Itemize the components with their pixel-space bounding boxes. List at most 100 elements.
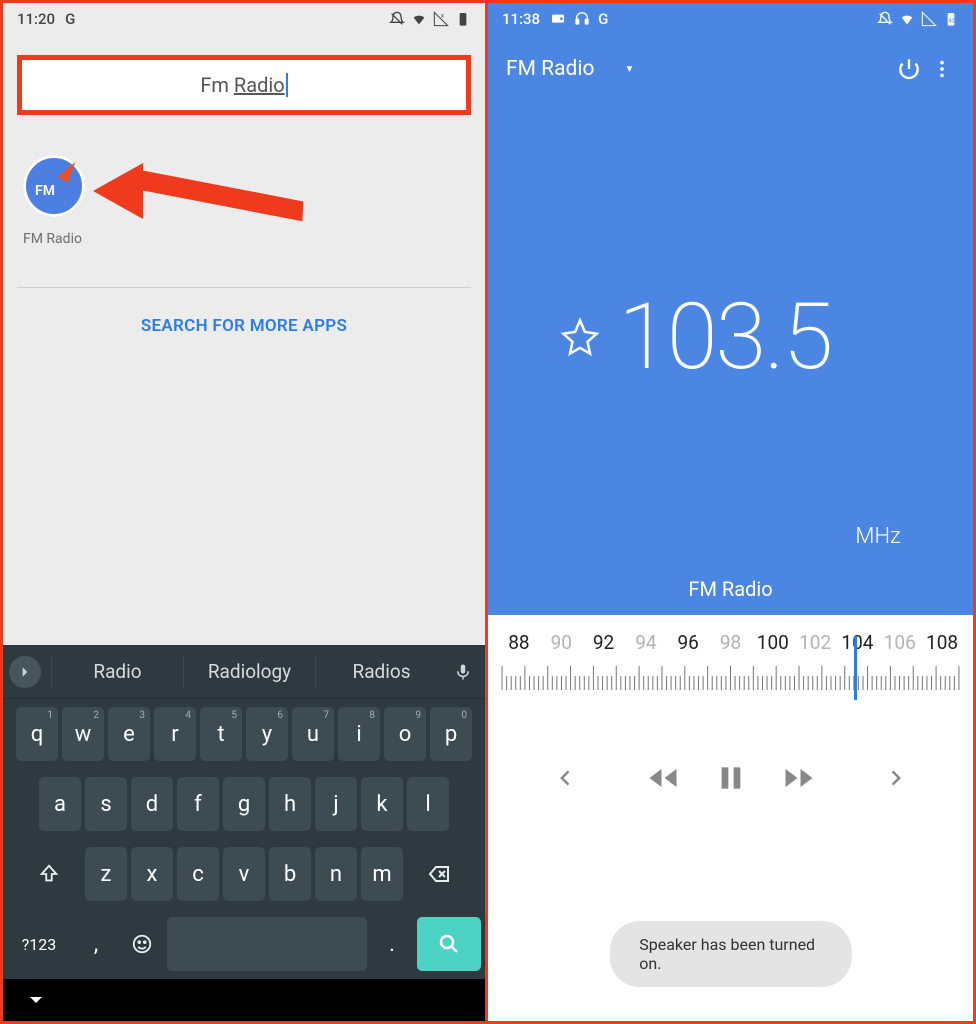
key-r[interactable]: r4 — [154, 707, 196, 761]
power-button[interactable] — [889, 49, 929, 89]
station-name: FM Radio — [488, 577, 973, 615]
key-c[interactable]: c — [177, 847, 219, 901]
status-app-icons: G — [65, 10, 389, 28]
dial-label-88: 88 — [498, 631, 540, 654]
app-title[interactable]: FM Radio — [506, 57, 594, 81]
seek-back-button[interactable] — [643, 758, 683, 798]
favorite-star-icon[interactable] — [560, 317, 600, 357]
status-bar-left: 11:20 G x — [3, 3, 485, 35]
backspace-icon — [427, 862, 451, 886]
wifi-icon — [899, 11, 915, 27]
key-k[interactable]: k — [361, 777, 403, 831]
overflow-menu-button[interactable] — [929, 49, 955, 89]
battery-icon: 80 — [943, 11, 959, 27]
dial-label-92: 92 — [583, 631, 625, 654]
app-result[interactable]: FM FM Radio — [3, 115, 485, 257]
suggestion-row: Radio Radiology Radios — [3, 645, 485, 699]
dnd-icon — [877, 11, 893, 27]
search-more-apps-link[interactable]: SEARCH FOR MORE APPS — [3, 288, 485, 364]
comma-key[interactable]: , — [75, 917, 117, 971]
key-w[interactable]: w2 — [62, 707, 104, 761]
symbols-key[interactable]: ?123 — [7, 917, 71, 971]
seek-forward-button[interactable] — [779, 758, 819, 798]
key-o[interactable]: o9 — [384, 707, 426, 761]
key-u[interactable]: u7 — [292, 707, 334, 761]
key-f[interactable]: f — [177, 777, 219, 831]
key-y[interactable]: y6 — [246, 707, 288, 761]
shift-key[interactable] — [17, 847, 81, 901]
prev-station-button[interactable] — [546, 758, 586, 798]
status-bar-right: 11:38 G 80 — [488, 3, 973, 35]
dropdown-icon[interactable]: ▼ — [624, 64, 634, 75]
key-e[interactable]: e3 — [108, 707, 150, 761]
app-result-label: FM Radio — [23, 231, 465, 247]
key-n[interactable]: n — [315, 847, 357, 901]
signal-icon — [921, 11, 937, 27]
key-v[interactable]: v — [223, 847, 265, 901]
frequency-value: 103.5 — [618, 284, 831, 391]
dial-ruler[interactable] — [498, 662, 963, 702]
period-key[interactable]: . — [371, 917, 413, 971]
suggestion-3[interactable]: Radios — [315, 655, 447, 689]
key-d[interactable]: d — [131, 777, 173, 831]
google-icon: G — [65, 10, 75, 28]
frequency-dial[interactable]: 889092949698100102104106108 — [488, 615, 973, 702]
mic-button[interactable] — [447, 663, 479, 681]
toast-message: Speaker has been turned on. — [609, 921, 852, 987]
fm-radio-screen: 11:38 G 80 FM Radio ▼ — [488, 3, 973, 1021]
key-l[interactable]: l — [407, 777, 449, 831]
wifi-icon — [411, 11, 427, 27]
headphones-icon — [574, 10, 590, 26]
app-bar: FM Radio ▼ — [488, 35, 973, 97]
chevron-right-icon — [18, 665, 32, 679]
dial-label-106: 106 — [879, 631, 921, 654]
chevron-right-icon — [885, 768, 905, 788]
space-key[interactable] — [167, 917, 367, 971]
key-i[interactable]: i8 — [338, 707, 380, 761]
dial-label-96: 96 — [667, 631, 709, 654]
shift-icon — [38, 863, 60, 885]
search-screen: 11:20 G x Fm Radio FM FM Radio — [3, 3, 488, 1021]
key-t[interactable]: t5 — [200, 707, 242, 761]
fm-radio-app-icon[interactable]: FM — [23, 155, 85, 217]
signal-icon: x — [433, 11, 449, 27]
svg-text:x: x — [441, 13, 444, 20]
next-station-button[interactable] — [875, 758, 915, 798]
dial-label-98: 98 — [710, 631, 752, 654]
svg-text:80: 80 — [948, 18, 954, 24]
dial-label-94: 94 — [625, 631, 667, 654]
expand-suggestions-button[interactable] — [9, 656, 41, 688]
key-j[interactable]: j — [315, 777, 357, 831]
search-field-highlight: Fm Radio — [17, 55, 471, 115]
radio-status-icon — [550, 10, 566, 26]
dial-pointer[interactable] — [854, 636, 857, 700]
key-s[interactable]: s — [85, 777, 127, 831]
suggestion-2[interactable]: Radiology — [183, 655, 315, 689]
key-m[interactable]: m — [361, 847, 403, 901]
dial-label-100: 100 — [752, 631, 794, 654]
backspace-key[interactable] — [407, 847, 471, 901]
emoji-icon — [131, 933, 153, 955]
key-a[interactable]: a — [39, 777, 81, 831]
key-b[interactable]: b — [269, 847, 311, 901]
emoji-key[interactable] — [121, 917, 163, 971]
nav-collapse-icon[interactable] — [27, 991, 45, 1009]
key-g[interactable]: g — [223, 777, 265, 831]
power-icon — [896, 56, 922, 82]
google-icon: G — [598, 10, 608, 28]
dial-labels: 889092949698100102104106108 — [498, 631, 963, 654]
battery-icon — [455, 11, 471, 27]
search-key[interactable] — [417, 917, 481, 971]
search-input[interactable]: Fm Radio — [22, 73, 466, 97]
status-app-icons: G — [550, 10, 877, 28]
key-p[interactable]: p0 — [430, 707, 472, 761]
key-h[interactable]: h — [269, 777, 311, 831]
suggestion-1[interactable]: Radio — [51, 655, 183, 689]
pause-button[interactable] — [711, 758, 751, 798]
key-x[interactable]: x — [131, 847, 173, 901]
dial-label-108: 108 — [921, 631, 963, 654]
dnd-icon — [389, 11, 405, 27]
search-icon — [437, 932, 461, 956]
key-z[interactable]: z — [85, 847, 127, 901]
key-q[interactable]: q1 — [16, 707, 58, 761]
